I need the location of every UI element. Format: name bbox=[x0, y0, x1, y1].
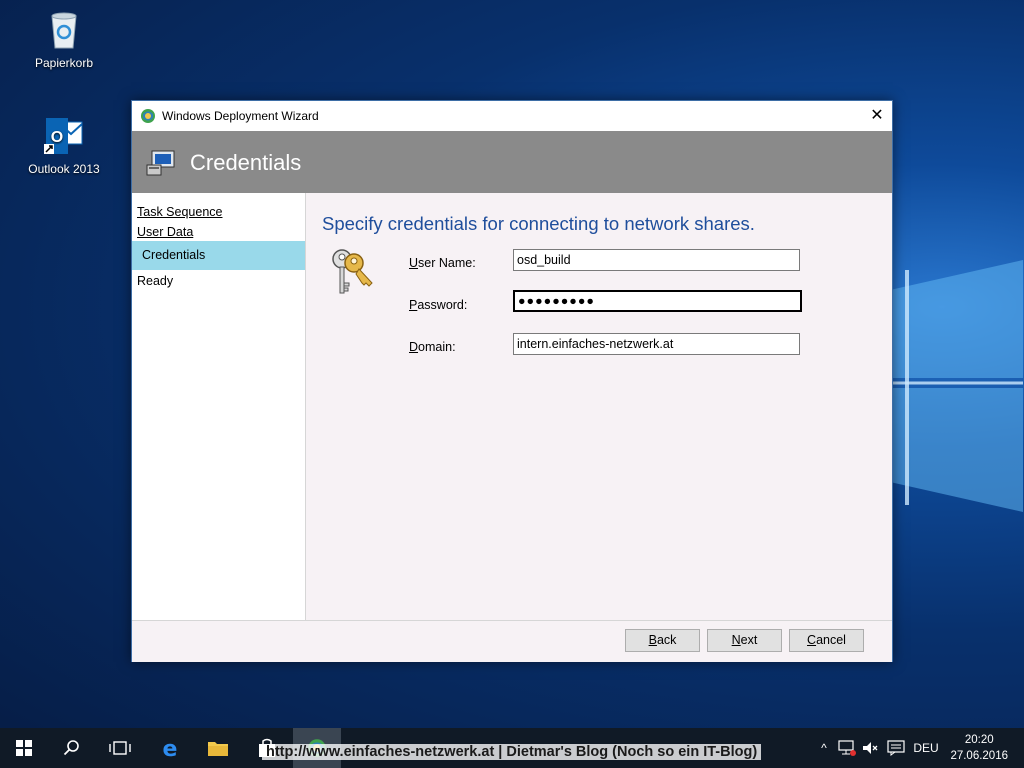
chevron-up-icon: ^ bbox=[821, 741, 827, 755]
panel-heading: Specify credentials for connecting to ne… bbox=[322, 213, 755, 234]
show-hidden-icons-button[interactable]: ^ bbox=[814, 728, 834, 768]
recycle-bin-icon bbox=[42, 8, 86, 52]
username-label: User Name: bbox=[409, 256, 476, 270]
credentials-panel: Specify credentials for connecting to ne… bbox=[306, 193, 892, 620]
password-input[interactable]: ●●●●●●●●● bbox=[513, 290, 802, 312]
svg-text:e: e bbox=[163, 737, 178, 759]
title-bar[interactable]: Windows Deployment Wizard ✕ bbox=[132, 101, 892, 131]
username-input[interactable]: osd_build bbox=[513, 249, 800, 271]
search-button[interactable] bbox=[48, 728, 96, 768]
desktop-icon-outlook[interactable]: O Outlook 2013 bbox=[24, 114, 104, 176]
watermark-text: http://www.einfaches-netzwerk.at | Dietm… bbox=[262, 744, 762, 760]
page-title: Credentials bbox=[190, 150, 302, 175]
volume-muted-icon bbox=[863, 742, 878, 754]
search-icon bbox=[63, 740, 79, 756]
folder-icon bbox=[208, 742, 228, 756]
back-button[interactable]: Back bbox=[625, 629, 700, 652]
clock-date: 27.06.2016 bbox=[950, 750, 1008, 762]
start-button[interactable] bbox=[0, 728, 48, 768]
network-icon bbox=[838, 740, 856, 756]
network-tray-icon[interactable] bbox=[836, 728, 858, 768]
edge-icon: e bbox=[163, 737, 178, 759]
outlook-icon: O bbox=[42, 114, 86, 158]
domain-label: Domain: bbox=[409, 340, 456, 354]
clock-time: 20:20 bbox=[964, 734, 994, 746]
window-title: Windows Deployment Wizard bbox=[162, 109, 319, 123]
wizard-app-icon bbox=[141, 109, 155, 123]
svg-text:O: O bbox=[51, 129, 63, 146]
sidebar-item-user-data[interactable]: User Data bbox=[137, 225, 193, 239]
sidebar-item-credentials[interactable]: Credentials bbox=[132, 241, 305, 270]
action-center-button[interactable] bbox=[884, 728, 908, 768]
desktop-icon-label: Papierkorb bbox=[34, 56, 94, 70]
sidebar-item-task-sequence[interactable]: Task Sequence bbox=[137, 205, 222, 219]
taskbar-file-explorer[interactable] bbox=[194, 728, 242, 768]
wizard-footer: Back Next Cancel bbox=[132, 620, 892, 662]
windows-start-icon bbox=[16, 740, 32, 756]
task-view-icon bbox=[109, 741, 131, 755]
next-button[interactable]: Next bbox=[707, 629, 782, 652]
keys-icon bbox=[332, 249, 373, 294]
taskbar-edge[interactable]: e bbox=[146, 728, 194, 768]
close-icon[interactable]: ✕ bbox=[862, 101, 892, 131]
wizard-steps-sidebar: Task Sequence User Data Credentials Read… bbox=[132, 193, 306, 620]
notification-icon bbox=[887, 740, 905, 756]
sidebar-item-ready: Ready bbox=[137, 274, 174, 288]
taskbar-clock[interactable]: 20:20 27.06.2016 bbox=[950, 732, 1008, 764]
cancel-button[interactable]: Cancel bbox=[789, 629, 864, 652]
task-view-button[interactable] bbox=[96, 728, 144, 768]
computer-icon bbox=[146, 150, 175, 176]
page-banner: Credentials bbox=[132, 131, 892, 193]
deployment-wizard-window: Windows Deployment Wizard ✕ Credentials … bbox=[131, 100, 893, 662]
desktop-icon-recycle-bin[interactable]: Papierkorb bbox=[24, 8, 104, 70]
windows-logo-wallpaper bbox=[890, 260, 1023, 512]
input-language-indicator[interactable]: DEU bbox=[912, 728, 940, 768]
domain-input[interactable]: intern.einfaches-netzwerk.at bbox=[513, 333, 800, 355]
password-label: Password: bbox=[409, 298, 468, 312]
sidebar-item-label: Credentials bbox=[142, 248, 206, 262]
volume-tray-icon[interactable] bbox=[860, 728, 882, 768]
desktop-icon-label: Outlook 2013 bbox=[28, 162, 100, 176]
